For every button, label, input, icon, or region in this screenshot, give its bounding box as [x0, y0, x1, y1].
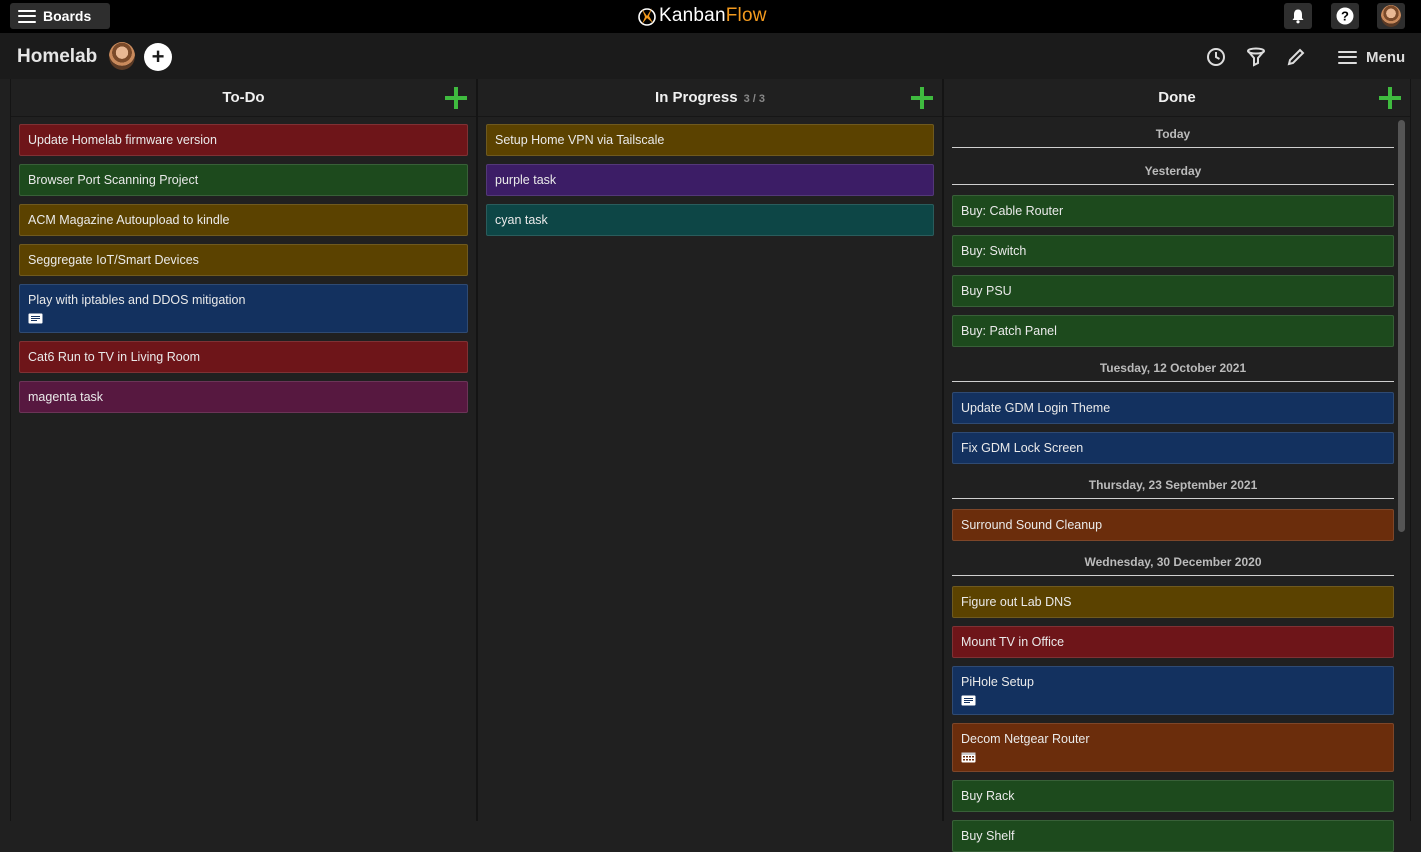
task-card[interactable]: Buy: Cable Router: [952, 195, 1394, 227]
svg-text:?: ?: [1341, 9, 1349, 24]
help-button[interactable]: ?: [1331, 3, 1359, 29]
date-group-header: Tuesday, 12 October 2021: [952, 355, 1394, 382]
task-title: Buy Shelf: [961, 829, 1015, 843]
column-title: In Progress: [655, 89, 738, 106]
task-title: Buy: Cable Router: [961, 204, 1064, 218]
calendar-icon: [961, 752, 976, 763]
menu-label: Menu: [1366, 48, 1406, 66]
hamburger-icon: [18, 9, 36, 23]
user-avatar: [1381, 5, 1401, 27]
pencil-icon[interactable]: [1285, 46, 1307, 68]
task-list: Setup Home VPN via Tailscale purple task c…: [478, 117, 942, 236]
task-title: Cat6 Run to TV in Living Room: [28, 350, 201, 364]
board-columns: To-Do Update Homelab firmware version Bro…: [10, 79, 1411, 852]
task-card[interactable]: PiHole Setup: [952, 666, 1394, 715]
clock-icon[interactable]: [1205, 46, 1227, 68]
task-list: Update Homelab firmware version Browser P…: [11, 117, 476, 413]
task-card[interactable]: Mount TV in Office: [952, 626, 1394, 658]
task-title: Buy: Switch: [961, 244, 1027, 258]
task-title: Decom Netgear Router: [961, 732, 1090, 746]
task-title: Fix GDM Lock Screen: [961, 441, 1084, 455]
scrollbar[interactable]: [1398, 120, 1405, 532]
task-title: Update GDM Login Theme: [961, 401, 1111, 415]
board-title[interactable]: Homelab: [17, 46, 97, 68]
add-task-button[interactable]: [911, 87, 933, 109]
task-title: Play with iptables and DDOS mitigation: [28, 293, 246, 307]
comment-icon: [961, 695, 976, 706]
task-title: Mount TV in Office: [961, 635, 1065, 649]
task-card[interactable]: Cat6 Run to TV in Living Room: [19, 341, 468, 373]
add-task-button[interactable]: [1379, 87, 1401, 109]
logo-mark-icon: [638, 8, 656, 26]
task-title: PiHole Setup: [961, 675, 1034, 689]
column-done: Done Today Yesterday Buy: Cable Router Buy:…: [943, 79, 1411, 852]
date-group-header: Wednesday, 30 December 2020: [952, 549, 1394, 576]
task-card[interactable]: magenta task: [19, 381, 468, 413]
task-title: purple task: [495, 173, 557, 187]
task-title: Buy: Patch Panel: [961, 324, 1057, 338]
column-header: In Progress 3 / 3: [478, 79, 942, 117]
task-title: Browser Port Scanning Project: [28, 173, 199, 187]
task-card[interactable]: Buy PSU: [952, 275, 1394, 307]
task-card[interactable]: ACM Magazine Autoupload to kindle: [19, 204, 468, 236]
column-title: To-Do: [222, 89, 265, 106]
task-title: Update Homelab firmware version: [28, 133, 217, 147]
column-header: To-Do: [11, 79, 476, 117]
task-title: Buy PSU: [961, 284, 1012, 298]
task-card[interactable]: Seggregate IoT/Smart Devices: [19, 244, 468, 276]
task-card[interactable]: Fix GDM Lock Screen: [952, 432, 1394, 464]
task-card[interactable]: Play with iptables and DDOS mitigation: [19, 284, 468, 333]
date-group-header: Thursday, 23 September 2021: [952, 472, 1394, 499]
column-todo: To-Do Update Homelab firmware version Bro…: [10, 79, 477, 821]
notifications-button[interactable]: [1284, 3, 1312, 29]
task-card[interactable]: Surround Sound Cleanup: [952, 509, 1394, 541]
board-header: Homelab + Menu: [0, 33, 1421, 79]
column-in-progress: In Progress 3 / 3 Setup Home VPN via Tail…: [477, 79, 943, 821]
task-card[interactable]: cyan task: [486, 204, 934, 236]
task-card[interactable]: Setup Home VPN via Tailscale: [486, 124, 934, 156]
task-title: ACM Magazine Autoupload to kindle: [28, 213, 230, 227]
member-avatar[interactable]: [109, 42, 135, 70]
logo-text-kanban: Kanban: [659, 5, 726, 26]
date-group-header: Today: [952, 121, 1394, 148]
filter-icon[interactable]: [1245, 46, 1267, 68]
task-card[interactable]: Browser Port Scanning Project: [19, 164, 468, 196]
task-title: magenta task: [28, 390, 104, 404]
add-task-button[interactable]: [445, 87, 467, 109]
boards-button[interactable]: Boards: [10, 3, 110, 29]
done-task-list: Today Yesterday Buy: Cable Router Buy: Swit…: [944, 117, 1410, 852]
task-title: Figure out Lab DNS: [961, 595, 1072, 609]
task-card[interactable]: Buy Rack: [952, 780, 1394, 812]
task-card[interactable]: Update Homelab firmware version: [19, 124, 468, 156]
kanbanflow-logo[interactable]: Kanban Flow: [638, 5, 767, 27]
task-title: cyan task: [495, 213, 548, 227]
hamburger-icon: [1338, 50, 1357, 64]
task-card[interactable]: Update GDM Login Theme: [952, 392, 1394, 424]
task-card[interactable]: Buy Shelf: [952, 820, 1394, 852]
task-title: Surround Sound Cleanup: [961, 518, 1103, 532]
task-title: Setup Home VPN via Tailscale: [495, 133, 665, 147]
wip-limit: 3 / 3: [743, 93, 765, 105]
task-card[interactable]: purple task: [486, 164, 934, 196]
column-title: Done: [1158, 89, 1196, 106]
task-card[interactable]: Decom Netgear Router: [952, 723, 1394, 772]
logo-text-flow: Flow: [725, 5, 767, 26]
menu-button[interactable]: Menu: [1338, 46, 1405, 68]
add-member-button[interactable]: +: [144, 43, 172, 71]
task-card[interactable]: Figure out Lab DNS: [952, 586, 1394, 618]
task-card[interactable]: Buy: Patch Panel: [952, 315, 1394, 347]
user-menu-button[interactable]: [1377, 3, 1405, 29]
help-icon: ?: [1336, 7, 1354, 25]
comment-icon: [28, 313, 43, 324]
task-title: Buy Rack: [961, 789, 1015, 803]
task-title: Seggregate IoT/Smart Devices: [28, 253, 199, 267]
column-header: Done: [944, 79, 1410, 117]
date-group-header: Yesterday: [952, 158, 1394, 185]
top-bar: Boards Kanban Flow ?: [0, 0, 1421, 33]
task-card[interactable]: Buy: Switch: [952, 235, 1394, 267]
boards-label: Boards: [43, 8, 92, 24]
bell-icon: [1292, 9, 1304, 24]
